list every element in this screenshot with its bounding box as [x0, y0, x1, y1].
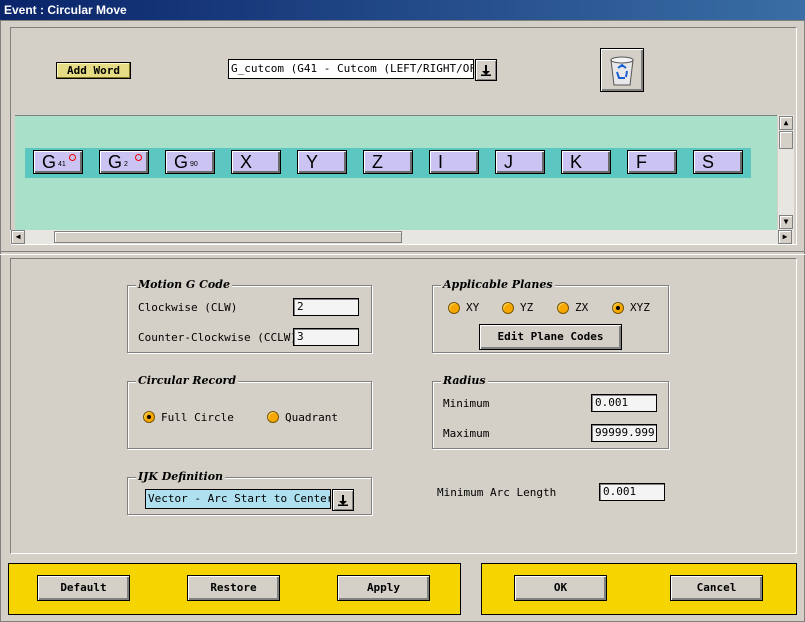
radius-minimum-label: Minimum — [443, 397, 490, 410]
plane-radio-label: YZ — [520, 301, 534, 314]
word-select-arrow-button[interactable] — [475, 59, 497, 81]
word-select[interactable]: G_cutcom (G41 - Cutcom (LEFT/RIGHT/OFF)) — [228, 59, 498, 81]
word-button[interactable]: S — [693, 150, 743, 174]
restore-button[interactable]: Restore — [187, 575, 280, 601]
vertical-scroll-thumb[interactable] — [779, 131, 793, 149]
word-letter: Y — [306, 152, 319, 172]
counter-clockwise-field[interactable]: 3 — [293, 328, 359, 346]
min-arc-length-field[interactable]: 0.001 — [599, 483, 665, 501]
applicable-planes-title: Applicable Planes — [441, 278, 555, 292]
circular-record-title: Circular Record — [136, 374, 239, 388]
word-letter: X — [240, 152, 253, 172]
clockwise-field[interactable]: 2 — [293, 298, 359, 316]
word-button[interactable]: I — [429, 150, 479, 174]
radius-maximum-label: Maximum — [443, 427, 490, 440]
word-letter: G — [42, 152, 57, 172]
circular-record-label: Full Circle — [161, 411, 234, 424]
modal-marker-icon — [135, 154, 142, 161]
radius-maximum-field[interactable]: 99999.999 — [591, 424, 657, 442]
radius-minimum-field[interactable]: 0.001 — [591, 394, 657, 412]
plane-radio-zx[interactable] — [557, 302, 569, 314]
horizontal-scrollbar[interactable]: ◀ ▶ — [10, 230, 794, 244]
scroll-up-arrow[interactable]: ▲ — [779, 116, 793, 130]
scroll-right-arrow[interactable]: ▶ — [778, 230, 792, 244]
circular-record-radio-quadrant[interactable] — [267, 411, 279, 423]
word-letter: F — [636, 152, 647, 172]
word-button[interactable]: G 41 — [33, 150, 83, 174]
modal-marker-icon — [69, 154, 76, 161]
ijk-definition-value[interactable]: Vector - Arc Start to Center — [145, 489, 331, 509]
word-subscript: 2 — [124, 161, 128, 168]
delete-word-button[interactable] — [600, 48, 644, 92]
word-button[interactable]: Y — [297, 150, 347, 174]
plane-radio-xyz[interactable] — [612, 302, 624, 314]
word-cell: Z — [355, 148, 421, 178]
circular-record-radio-full-circle[interactable] — [143, 411, 155, 423]
word-cell: S — [685, 148, 751, 178]
horizontal-scroll-thumb[interactable] — [54, 231, 402, 243]
clockwise-label: Clockwise (CLW) — [138, 301, 238, 314]
word-sequence-row: G 41 G 2 G 90 X Y Z I J K F S — [25, 148, 751, 178]
word-cell: Y — [289, 148, 355, 178]
word-subscript: 90 — [190, 161, 198, 168]
edit-plane-codes-button[interactable]: Edit Plane Codes — [479, 324, 622, 350]
word-button[interactable]: K — [561, 150, 611, 174]
word-cell: I — [421, 148, 487, 178]
word-button[interactable]: F — [627, 150, 677, 174]
word-cell: G2 — [91, 148, 157, 178]
word-cell: K — [553, 148, 619, 178]
pane-sash[interactable] — [0, 251, 805, 255]
word-letter: G — [174, 152, 189, 172]
word-letter: I — [438, 152, 444, 172]
recycle-bin-icon — [610, 56, 634, 86]
window-title: Event : Circular Move — [0, 0, 805, 20]
word-letter: K — [570, 152, 583, 172]
cancel-button[interactable]: Cancel — [670, 575, 763, 601]
plane-radio-label: XY — [466, 301, 480, 314]
plane-radio-label: ZX — [575, 301, 589, 314]
ijk-definition-arrow-button[interactable] — [332, 489, 354, 511]
plane-radio-label: XYZ — [630, 301, 650, 314]
word-subscript: 41 — [58, 161, 66, 168]
word-letter: S — [702, 152, 715, 172]
motion-g-code-title: Motion G Code — [136, 278, 232, 292]
arrow-down-icon — [481, 65, 491, 76]
word-cell: J — [487, 148, 553, 178]
word-cell: G 90 — [157, 148, 223, 178]
arrow-down-icon — [338, 495, 348, 506]
word-button[interactable]: Z — [363, 150, 413, 174]
default-button[interactable]: Default — [37, 575, 130, 601]
word-cell: F — [619, 148, 685, 178]
circular-record-label: Quadrant — [285, 411, 338, 424]
word-button[interactable]: G 90 — [165, 150, 215, 174]
word-sequence-area: G 41 G 2 G 90 X Y Z I J K F S — [15, 115, 777, 230]
word-cell: X — [223, 148, 289, 178]
word-select-value[interactable]: G_cutcom (G41 - Cutcom (LEFT/RIGHT/OFF)) — [228, 59, 474, 79]
counter-clockwise-label: Counter-Clockwise (CCLW) — [138, 331, 297, 344]
add-word-button[interactable]: Add Word — [56, 62, 131, 79]
word-letter: Z — [372, 152, 383, 172]
radius-title: Radius — [441, 374, 488, 388]
scroll-left-arrow[interactable]: ◀ — [11, 230, 25, 244]
scroll-down-arrow[interactable]: ▼ — [779, 215, 793, 229]
plane-radio-yz[interactable] — [502, 302, 514, 314]
plane-radio-xy[interactable] — [448, 302, 460, 314]
min-arc-length-label: Minimum Arc Length — [437, 486, 557, 499]
ijk-definition-select[interactable]: Vector - Arc Start to Center — [145, 489, 354, 511]
word-letter: J — [504, 152, 513, 172]
word-button[interactable]: J — [495, 150, 545, 174]
ijk-definition-title: IJK Definition — [136, 470, 226, 484]
ok-button[interactable]: OK — [514, 575, 607, 601]
word-button[interactable]: X — [231, 150, 281, 174]
apply-button[interactable]: Apply — [337, 575, 430, 601]
vertical-scrollbar[interactable]: ▲ ▼ — [778, 115, 794, 230]
word-cell: G 41 — [25, 148, 91, 178]
word-letter: G — [108, 152, 123, 172]
word-button[interactable]: G2 — [99, 150, 149, 174]
